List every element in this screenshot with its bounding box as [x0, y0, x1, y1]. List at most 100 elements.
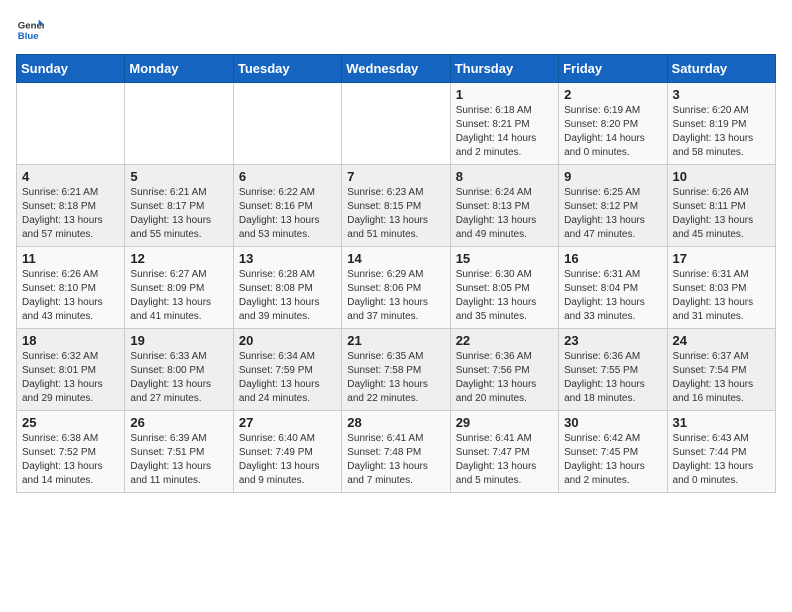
- day-info: Sunrise: 6:32 AM Sunset: 8:01 PM Dayligh…: [22, 350, 119, 406]
- calendar-cell: 26 Sunrise: 6:39 AM Sunset: 7:51 PM Dayli…: [125, 411, 233, 493]
- calendar-cell: 25 Sunrise: 6:38 AM Sunset: 7:52 PM Dayli…: [17, 411, 125, 493]
- calendar-cell: [233, 83, 341, 165]
- calendar-cell: 29Sunrise: 6:41 AM Sunset: 7:47 PM Dayli…: [450, 411, 558, 493]
- day-number: 25: [22, 415, 119, 430]
- day-number: 12: [130, 251, 227, 266]
- day-number: 21: [347, 333, 444, 348]
- day-info: Sunrise: 6:24 AM Sunset: 8:13 PM Dayligh…: [456, 186, 553, 242]
- day-number: 15: [456, 251, 553, 266]
- calendar-cell: 1Sunrise: 6:18 AM Sunset: 8:21 PM Daylig…: [450, 83, 558, 165]
- day-number: 26: [130, 415, 227, 430]
- calendar-cell: 17 Sunrise: 6:31 AM Sunset: 8:03 PM Dayli…: [667, 247, 775, 329]
- calendar-cell: 7Sunrise: 6:23 AM Sunset: 8:15 PM Daylig…: [342, 165, 450, 247]
- calendar-cell: 14 Sunrise: 6:29 AM Sunset: 8:06 PM Dayli…: [342, 247, 450, 329]
- calendar-cell: 15 Sunrise: 6:30 AM Sunset: 8:05 PM Dayli…: [450, 247, 558, 329]
- calendar-cell: 2 Sunrise: 6:19 AM Sunset: 8:20 PM Daylig…: [559, 83, 667, 165]
- day-number: 17: [673, 251, 770, 266]
- day-info: Sunrise: 6:36 AM Sunset: 7:56 PM Dayligh…: [456, 350, 553, 406]
- calendar-cell: 21 Sunrise: 6:35 AM Sunset: 7:58 PM Dayli…: [342, 329, 450, 411]
- calendar-cell: 3 Sunrise: 6:20 AM Sunset: 8:19 PM Daylig…: [667, 83, 775, 165]
- calendar-cell: [125, 83, 233, 165]
- calendar-cell: 11 Sunrise: 6:26 AM Sunset: 8:10 PM Dayli…: [17, 247, 125, 329]
- day-number: 13: [239, 251, 336, 266]
- calendar-week-2: 4 Sunrise: 6:21 AM Sunset: 8:18 PM Daylig…: [17, 165, 776, 247]
- calendar-week-1: 1Sunrise: 6:18 AM Sunset: 8:21 PM Daylig…: [17, 83, 776, 165]
- day-number: 27: [239, 415, 336, 430]
- calendar-cell: 5 Sunrise: 6:21 AM Sunset: 8:17 PM Daylig…: [125, 165, 233, 247]
- day-info: Sunrise: 6:42 AM Sunset: 7:45 PM Dayligh…: [564, 432, 661, 488]
- day-info: Sunrise: 6:26 AM Sunset: 8:10 PM Dayligh…: [22, 268, 119, 324]
- day-info: Sunrise: 6:40 AM Sunset: 7:49 PM Dayligh…: [239, 432, 336, 488]
- day-number: 7: [347, 169, 444, 184]
- calendar-cell: [17, 83, 125, 165]
- calendar-cell: 20 Sunrise: 6:34 AM Sunset: 7:59 PM Dayli…: [233, 329, 341, 411]
- day-number: 2: [564, 87, 661, 102]
- day-number: 20: [239, 333, 336, 348]
- day-info: Sunrise: 6:29 AM Sunset: 8:06 PM Dayligh…: [347, 268, 444, 324]
- day-number: 19: [130, 333, 227, 348]
- calendar-cell: 13 Sunrise: 6:28 AM Sunset: 8:08 PM Dayli…: [233, 247, 341, 329]
- day-info: Sunrise: 6:41 AM Sunset: 7:47 PM Dayligh…: [456, 432, 553, 488]
- day-number: 11: [22, 251, 119, 266]
- calendar-body: 1Sunrise: 6:18 AM Sunset: 8:21 PM Daylig…: [17, 83, 776, 493]
- day-number: 8: [456, 169, 553, 184]
- day-info: Sunrise: 6:36 AM Sunset: 7:55 PM Dayligh…: [564, 350, 661, 406]
- day-info: Sunrise: 6:21 AM Sunset: 8:17 PM Dayligh…: [130, 186, 227, 242]
- weekday-header-row: SundayMondayTuesdayWednesdayThursdayFrid…: [17, 55, 776, 83]
- day-info: Sunrise: 6:35 AM Sunset: 7:58 PM Dayligh…: [347, 350, 444, 406]
- day-info: Sunrise: 6:27 AM Sunset: 8:09 PM Dayligh…: [130, 268, 227, 324]
- day-number: 5: [130, 169, 227, 184]
- calendar-cell: 9Sunrise: 6:25 AM Sunset: 8:12 PM Daylig…: [559, 165, 667, 247]
- calendar-cell: 22Sunrise: 6:36 AM Sunset: 7:56 PM Dayli…: [450, 329, 558, 411]
- weekday-header-wednesday: Wednesday: [342, 55, 450, 83]
- weekday-header-sunday: Sunday: [17, 55, 125, 83]
- day-number: 6: [239, 169, 336, 184]
- day-info: Sunrise: 6:20 AM Sunset: 8:19 PM Dayligh…: [673, 104, 770, 160]
- day-info: Sunrise: 6:34 AM Sunset: 7:59 PM Dayligh…: [239, 350, 336, 406]
- day-info: Sunrise: 6:43 AM Sunset: 7:44 PM Dayligh…: [673, 432, 770, 488]
- day-info: Sunrise: 6:25 AM Sunset: 8:12 PM Dayligh…: [564, 186, 661, 242]
- day-number: 31: [673, 415, 770, 430]
- weekday-header-thursday: Thursday: [450, 55, 558, 83]
- weekday-header-saturday: Saturday: [667, 55, 775, 83]
- calendar-cell: 19Sunrise: 6:33 AM Sunset: 8:00 PM Dayli…: [125, 329, 233, 411]
- header: General Blue: [16, 16, 776, 44]
- calendar-cell: 23Sunrise: 6:36 AM Sunset: 7:55 PM Dayli…: [559, 329, 667, 411]
- day-info: Sunrise: 6:22 AM Sunset: 8:16 PM Dayligh…: [239, 186, 336, 242]
- logo: General Blue: [16, 16, 44, 44]
- weekday-header-friday: Friday: [559, 55, 667, 83]
- calendar-cell: [342, 83, 450, 165]
- calendar-cell: 12 Sunrise: 6:27 AM Sunset: 8:09 PM Dayli…: [125, 247, 233, 329]
- day-info: Sunrise: 6:38 AM Sunset: 7:52 PM Dayligh…: [22, 432, 119, 488]
- calendar-header: SundayMondayTuesdayWednesdayThursdayFrid…: [17, 55, 776, 83]
- calendar-cell: 30 Sunrise: 6:42 AM Sunset: 7:45 PM Dayli…: [559, 411, 667, 493]
- calendar-cell: 4 Sunrise: 6:21 AM Sunset: 8:18 PM Daylig…: [17, 165, 125, 247]
- day-info: Sunrise: 6:28 AM Sunset: 8:08 PM Dayligh…: [239, 268, 336, 324]
- day-number: 4: [22, 169, 119, 184]
- day-number: 30: [564, 415, 661, 430]
- day-number: 3: [673, 87, 770, 102]
- calendar-week-5: 25 Sunrise: 6:38 AM Sunset: 7:52 PM Dayli…: [17, 411, 776, 493]
- calendar-cell: 10 Sunrise: 6:26 AM Sunset: 8:11 PM Dayli…: [667, 165, 775, 247]
- calendar-cell: 8 Sunrise: 6:24 AM Sunset: 8:13 PM Daylig…: [450, 165, 558, 247]
- calendar-table: SundayMondayTuesdayWednesdayThursdayFrid…: [16, 54, 776, 493]
- day-number: 14: [347, 251, 444, 266]
- calendar-week-3: 11 Sunrise: 6:26 AM Sunset: 8:10 PM Dayli…: [17, 247, 776, 329]
- day-number: 16: [564, 251, 661, 266]
- day-info: Sunrise: 6:21 AM Sunset: 8:18 PM Dayligh…: [22, 186, 119, 242]
- day-number: 18: [22, 333, 119, 348]
- day-info: Sunrise: 6:39 AM Sunset: 7:51 PM Dayligh…: [130, 432, 227, 488]
- day-info: Sunrise: 6:26 AM Sunset: 8:11 PM Dayligh…: [673, 186, 770, 242]
- calendar-cell: 18 Sunrise: 6:32 AM Sunset: 8:01 PM Dayli…: [17, 329, 125, 411]
- day-number: 10: [673, 169, 770, 184]
- day-info: Sunrise: 6:19 AM Sunset: 8:20 PM Dayligh…: [564, 104, 661, 160]
- calendar-cell: 6 Sunrise: 6:22 AM Sunset: 8:16 PM Daylig…: [233, 165, 341, 247]
- day-info: Sunrise: 6:30 AM Sunset: 8:05 PM Dayligh…: [456, 268, 553, 324]
- calendar-cell: 28Sunrise: 6:41 AM Sunset: 7:48 PM Dayli…: [342, 411, 450, 493]
- day-info: Sunrise: 6:41 AM Sunset: 7:48 PM Dayligh…: [347, 432, 444, 488]
- logo-icon: General Blue: [16, 16, 44, 44]
- day-info: Sunrise: 6:31 AM Sunset: 8:03 PM Dayligh…: [673, 268, 770, 324]
- calendar-week-4: 18 Sunrise: 6:32 AM Sunset: 8:01 PM Dayli…: [17, 329, 776, 411]
- weekday-header-tuesday: Tuesday: [233, 55, 341, 83]
- calendar-cell: 16Sunrise: 6:31 AM Sunset: 8:04 PM Dayli…: [559, 247, 667, 329]
